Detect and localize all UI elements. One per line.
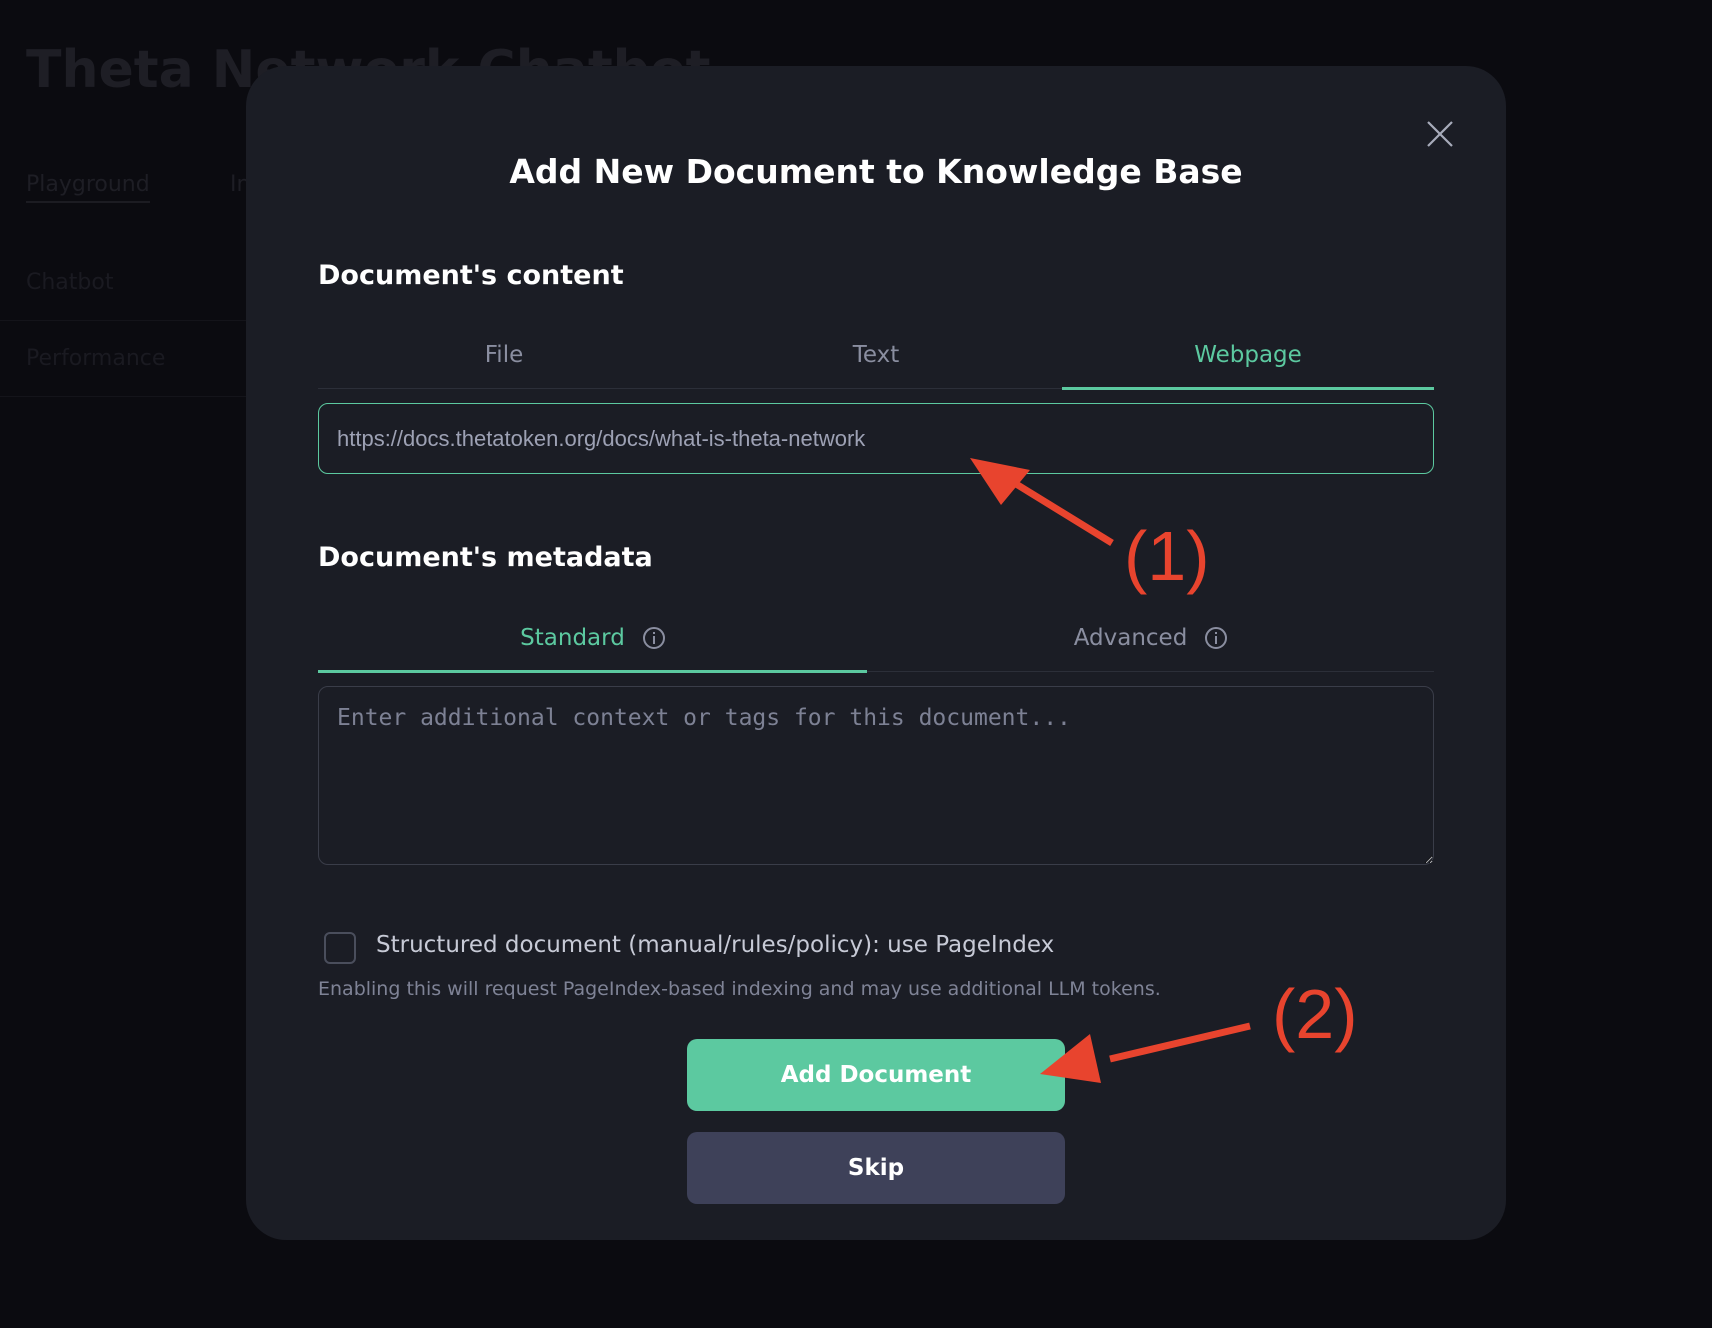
close-button[interactable]	[1422, 116, 1458, 152]
structured-document-checkbox[interactable]	[324, 932, 356, 964]
add-document-modal: Add New Document to Knowledge Base Docum…	[246, 66, 1506, 1240]
tab-webpage-label: Webpage	[1194, 342, 1302, 368]
tab-advanced-label: Advanced	[1073, 625, 1188, 651]
metadata-section-heading: Document's metadata	[318, 542, 653, 573]
metadata-textarea[interactable]	[318, 686, 1434, 865]
background-tab-playground: Playground	[26, 172, 150, 203]
annotation-label-2: (2)	[1272, 975, 1358, 1053]
webpage-url-input[interactable]	[318, 403, 1434, 474]
content-section-heading: Document's content	[318, 260, 624, 291]
content-tabs: File Text Webpage	[318, 330, 1434, 390]
annotation-label-1: (1)	[1124, 517, 1210, 595]
tab-standard-label: Standard	[520, 625, 625, 651]
tab-standard[interactable]: Standard	[318, 613, 867, 673]
structured-document-label: Structured document (manual/rules/policy…	[376, 932, 1055, 958]
close-icon	[1427, 121, 1453, 147]
background-sidebar-item-performance: Performance	[26, 346, 166, 371]
tab-advanced[interactable]: Advanced	[867, 613, 1434, 671]
structured-document-helper-text: Enabling this will request PageIndex-bas…	[318, 978, 1161, 1000]
background-divider	[0, 320, 250, 321]
tab-file-label: File	[484, 342, 524, 368]
tab-webpage[interactable]: Webpage	[1062, 330, 1434, 390]
tab-text[interactable]: Text	[690, 330, 1062, 388]
skip-button[interactable]: Skip	[687, 1132, 1065, 1204]
info-icon[interactable]	[1205, 627, 1228, 649]
info-icon[interactable]	[642, 627, 665, 649]
modal-title: Add New Document to Knowledge Base	[509, 152, 1243, 191]
background-sidebar-item-chatbot: Chatbot	[26, 270, 114, 295]
tab-file[interactable]: File	[318, 330, 690, 388]
metadata-tabs: Standard Advanced	[318, 613, 1434, 673]
add-document-button[interactable]: Add Document	[687, 1039, 1065, 1111]
tab-text-label: Text	[852, 342, 900, 368]
background-divider	[0, 396, 250, 397]
